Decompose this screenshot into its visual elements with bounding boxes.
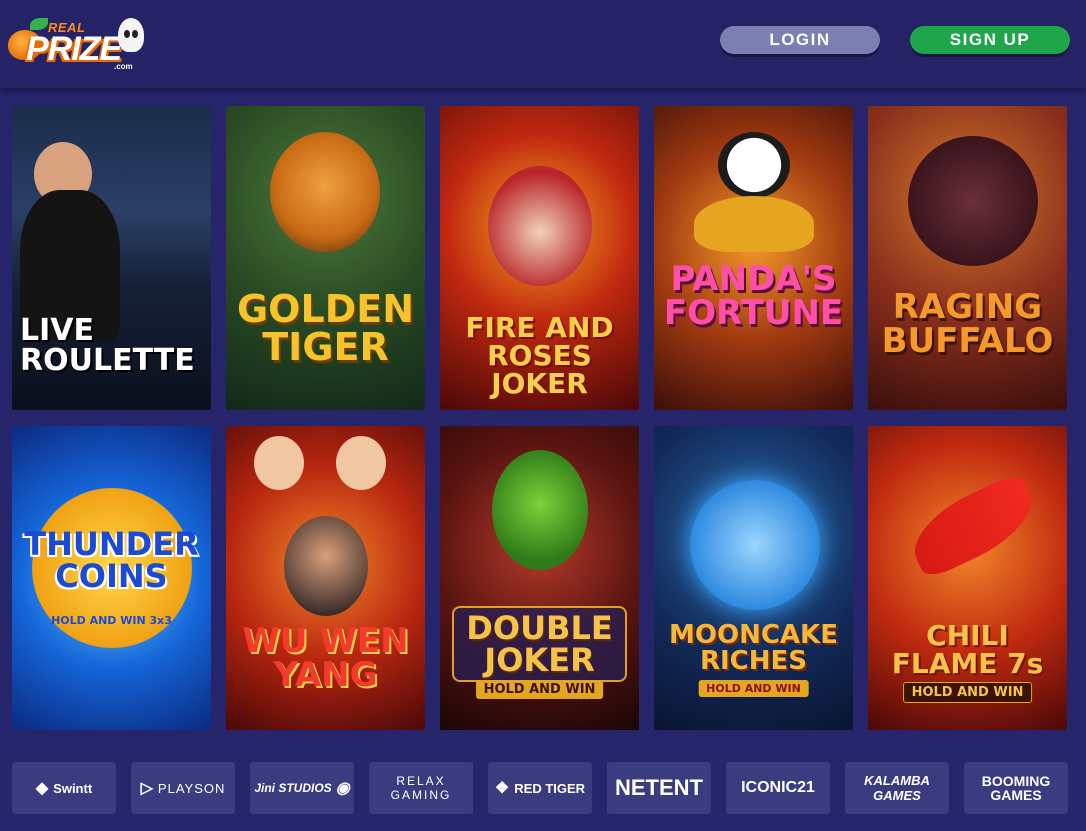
- gold-bowl: [694, 196, 814, 252]
- game-title: MOONCAKE RICHES: [669, 620, 838, 676]
- game-title: LIVE ROULETTE: [20, 313, 195, 378]
- swintt-icon: ◆: [35, 780, 49, 797]
- child-figure-right: [336, 436, 386, 490]
- game-tile-wu-wen-yang[interactable]: WU WEN YANG: [226, 426, 425, 730]
- provider-label: KALAMBA GAMES: [864, 773, 930, 803]
- buffalo-figure: [908, 136, 1038, 266]
- joker-figure: [488, 166, 592, 286]
- tiger-figure: [270, 132, 380, 252]
- moon-figure: [690, 480, 820, 610]
- leaf-icon: [30, 18, 48, 30]
- game-title: CHILI FLAME 7s: [891, 619, 1044, 680]
- provider-relax-gaming[interactable]: RELAX GAMING: [369, 762, 473, 814]
- game-title: DOUBLE JOKER: [452, 606, 627, 682]
- provider-label: RELAX GAMING: [390, 774, 452, 802]
- provider-netent[interactable]: NETENT: [607, 762, 711, 814]
- child-figure-left: [254, 436, 304, 490]
- game-subtitle: HOLD AND WIN: [698, 680, 809, 697]
- game-tile-raging-buffalo[interactable]: RAGING BUFFALO: [868, 106, 1067, 410]
- game-subtitle: HOLD AND WIN: [902, 682, 1033, 703]
- game-title: WU WEN YANG: [242, 621, 409, 695]
- ghost-icon: [118, 18, 144, 52]
- provider-red-tiger[interactable]: ❖ RED TIGER: [488, 762, 592, 814]
- game-subtitle: HOLD AND WIN 3x3: [51, 614, 172, 627]
- realprize-logo[interactable]: REAL PRIZE .com: [8, 10, 148, 72]
- game-tile-thunder-coins[interactable]: THUNDER COINS HOLD AND WIN 3x3: [12, 426, 211, 730]
- logo-suffix: .com: [114, 62, 133, 71]
- panda-figure: [718, 132, 790, 198]
- game-tile-double-joker[interactable]: DOUBLE JOKER HOLD AND WIN: [440, 426, 639, 730]
- game-title: FIRE AND ROSES JOKER: [465, 311, 614, 400]
- game-tile-chili-flame-7s[interactable]: CHILI FLAME 7s HOLD AND WIN: [868, 426, 1067, 730]
- game-tile-pandas-fortune[interactable]: PANDA'S FORTUNE: [654, 106, 853, 410]
- provider-booming-games[interactable]: BOOMING GAMES: [964, 762, 1068, 814]
- game-title: THUNDER COINS: [24, 525, 199, 595]
- provider-label: Swintt: [53, 780, 93, 796]
- game-title: PANDA'S FORTUNE: [663, 259, 844, 333]
- provider-kalamba[interactable]: KALAMBA GAMES: [845, 762, 949, 814]
- signup-button[interactable]: SIGN UP: [910, 26, 1070, 54]
- game-title: RAGING BUFFALO: [881, 287, 1054, 361]
- jini-icon: ◉: [335, 780, 350, 797]
- provider-swintt[interactable]: ◆ Swintt: [12, 762, 116, 814]
- game-tile-fire-and-roses-joker[interactable]: FIRE AND ROSES JOKER: [440, 106, 639, 410]
- provider-label: NETENT: [615, 775, 703, 800]
- red-tiger-icon: ❖: [494, 780, 510, 797]
- joker-figure: [492, 450, 588, 570]
- header: REAL PRIZE .com LOGIN SIGN UP: [0, 0, 1086, 88]
- provider-label: ICONIC21: [741, 779, 815, 796]
- game-title: GOLDEN TIGER: [236, 287, 414, 369]
- provider-jini-studios[interactable]: Jini STUDIOS ◉: [250, 762, 354, 814]
- provider-label: BOOMING GAMES: [981, 773, 1051, 803]
- provider-playson[interactable]: ▷ PLAYSON: [131, 762, 235, 814]
- game-tile-mooncake-riches[interactable]: MOONCAKE RICHES HOLD AND WIN: [654, 426, 853, 730]
- provider-label: RED TIGER: [514, 780, 586, 796]
- provider-label: PLAYSON: [157, 780, 226, 796]
- deity-figure: [284, 516, 368, 616]
- playson-icon: ▷: [140, 780, 153, 797]
- provider-label: Jini STUDIOS: [254, 781, 332, 795]
- game-subtitle: HOLD AND WIN: [475, 680, 604, 699]
- game-tile-live-roulette[interactable]: LIVE ROULETTE: [12, 106, 211, 410]
- provider-iconic21[interactable]: ICONIC21: [726, 762, 830, 814]
- login-button[interactable]: LOGIN: [720, 26, 880, 54]
- logo-main-text: PRIZE: [26, 30, 122, 68]
- game-tile-golden-tiger[interactable]: GOLDEN TIGER: [226, 106, 425, 410]
